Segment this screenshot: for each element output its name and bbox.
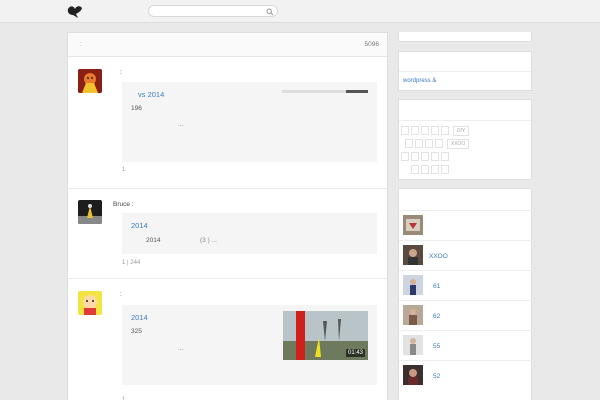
keyboard-key (421, 126, 429, 135)
post-username[interactable]: Bruce : (113, 201, 134, 208)
video-thumbnail[interactable] (403, 305, 423, 325)
keyboard-graphic: DIY XXOO (401, 126, 481, 176)
avatar[interactable] (78, 200, 102, 224)
panel-header (399, 189, 531, 210)
keyboard-key (411, 126, 419, 135)
post-title[interactable]: 2014 (131, 221, 148, 230)
keyboard-key (421, 152, 429, 161)
sidebar-panel-videos: XXOO 61 62 55 52 (398, 188, 533, 400)
sidebar-video-label[interactable]: XXOO (429, 253, 448, 260)
top-bar (0, 0, 600, 23)
keyboard-key-xxoo: XXOO (447, 139, 469, 149)
post-card[interactable]: 2014 325 ... 01:43 (122, 305, 377, 385)
sidebar-video-label[interactable]: 52 (433, 373, 440, 380)
keyboard-key (431, 126, 439, 135)
search-box[interactable] (148, 5, 278, 17)
keyboard-key (441, 165, 449, 174)
feed-item: : vs 2014 196 ... 1 (68, 57, 387, 189)
keyboard-key (425, 139, 433, 148)
feed-item: Bruce : 2014 2014 (3 ) ... 1 | 244 (68, 189, 387, 279)
keyboard-key (441, 126, 449, 135)
video-thumbnail[interactable] (403, 275, 423, 295)
keyboard-key (421, 165, 429, 174)
video-thumbnail[interactable] (403, 215, 423, 235)
post-title[interactable]: vs 2014 (138, 90, 164, 99)
feed-count: 5096 (364, 41, 379, 48)
post-card[interactable]: vs 2014 196 ... (122, 82, 377, 162)
progress-bar (282, 90, 368, 93)
sidebar-video-item[interactable] (399, 210, 533, 240)
feed-header-label: : (80, 41, 82, 48)
progress-fill (346, 90, 368, 93)
keyboard-key (435, 139, 443, 148)
keyboard-key (441, 152, 449, 161)
sidebar-panel-top (398, 32, 532, 42)
sidebar-video-item[interactable]: 62 (399, 300, 533, 330)
post-meta: 1 | 244 (122, 260, 141, 266)
sidebar-video-label[interactable]: 55 (433, 343, 440, 350)
keyboard-key (405, 139, 413, 148)
keyboard-key (401, 126, 409, 135)
main-feed: : 5096 : vs 2014 196 ... 1 Bruce: 2014 … (67, 32, 388, 400)
avatar[interactable] (78, 291, 102, 315)
post-ellipsis: ... (178, 121, 184, 128)
video-duration: 01:43 (345, 349, 365, 357)
keyboard-key-diy: DIY (453, 126, 469, 136)
post-ellipsis: (3 ) ... (200, 237, 217, 244)
post-ellipsis: ... (178, 345, 184, 352)
avatar[interactable] (78, 69, 102, 93)
post-card[interactable]: 2014 2014 (3 ) ... (122, 213, 377, 254)
keyboard-key (411, 152, 419, 161)
feed-header: : 5096 (68, 33, 387, 57)
keyboard-key (411, 165, 419, 174)
sidebar-video-label[interactable]: 62 (433, 313, 440, 320)
keyboard-key (415, 139, 423, 148)
post-number: 2014 (146, 237, 161, 244)
post-meta: 1 (122, 167, 126, 173)
feed-item: : 2014 325 ... 01:43 1 (68, 279, 387, 400)
post-number: 196 (131, 105, 142, 112)
keyboard-key (431, 152, 439, 161)
search-input[interactable] (155, 7, 265, 16)
video-thumbnail[interactable] (403, 335, 423, 355)
search-icon[interactable] (266, 8, 274, 16)
sidebar-video-item[interactable]: 52 (399, 360, 533, 390)
video-thumbnail[interactable] (403, 245, 423, 265)
sidebar-video-item[interactable]: XXOO (399, 240, 533, 270)
panel-header (399, 52, 531, 72)
sidebar-panel-links: wordpress & (398, 51, 532, 91)
post-title[interactable]: 2014 (131, 313, 148, 322)
sidebar-video-item[interactable]: 61 (399, 270, 533, 300)
video-thumbnail[interactable] (403, 365, 423, 385)
post-number: 325 (131, 328, 142, 335)
keyboard-key (401, 152, 409, 161)
post-username[interactable]: : (120, 291, 122, 298)
post-username[interactable]: : (120, 69, 122, 76)
video-thumbnail[interactable]: 01:43 (283, 311, 368, 360)
sidebar-link[interactable]: wordpress & (403, 78, 436, 84)
bird-logo-icon[interactable] (66, 3, 84, 19)
sidebar-video-item[interactable]: 55 (399, 330, 533, 360)
sidebar-video-label[interactable]: 61 (433, 283, 440, 290)
sidebar-panel-keyboard: DIY XXOO (398, 99, 532, 180)
keyboard-key (431, 165, 439, 174)
panel-header (399, 100, 531, 121)
